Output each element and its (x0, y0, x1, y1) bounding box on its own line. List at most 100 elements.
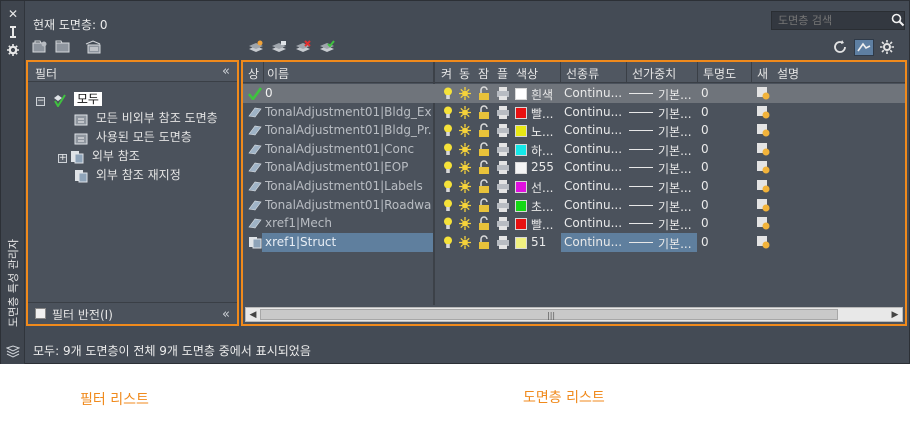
col-linetype[interactable]: 선종류 (566, 65, 599, 82)
color-swatch[interactable] (515, 143, 527, 156)
layer-name[interactable]: TonalAdjustment01|Bldg_Ex... (265, 105, 431, 119)
color-swatch[interactable] (515, 106, 527, 119)
layer-row[interactable]: TonalAdjustment01|Roadway 초... Continu... 기… (243, 196, 905, 215)
thaw-sun-icon[interactable] (458, 216, 472, 231)
unlock-icon[interactable] (477, 86, 491, 101)
new-vp-freeze-icon[interactable] (756, 198, 770, 213)
filter-node-xref-override[interactable]: 외부 참조 재지정 (74, 166, 181, 184)
layer-name[interactable]: TonalAdjustment01|Bldg_Pr... (265, 123, 431, 137)
on-bulb-icon[interactable] (441, 198, 455, 213)
layer-name[interactable]: TonalAdjustment01|EOP (265, 160, 431, 174)
new-vp-freeze-icon[interactable] (756, 179, 770, 194)
color-swatch[interactable] (515, 236, 527, 249)
lineweight[interactable]: 기본... (658, 123, 698, 140)
new-vp-freeze-icon[interactable] (756, 235, 770, 250)
layer-states-manager-icon[interactable] (85, 40, 101, 54)
lineweight[interactable]: 기본... (658, 179, 698, 196)
new-vp-freeze-icon[interactable] (756, 86, 770, 101)
layer-name[interactable]: TonalAdjustment01|Roadway (265, 198, 431, 212)
col-new-vp-freeze[interactable]: 새 (757, 65, 768, 82)
transparency[interactable]: 0 (701, 235, 741, 249)
filter-node-non-xref[interactable]: 모든 비외부 참조 도면층 (74, 109, 218, 127)
color-name[interactable]: 흰색 (531, 86, 559, 103)
transparency[interactable]: 0 (701, 86, 741, 100)
scroll-right-icon[interactable]: ▶ (889, 309, 901, 321)
thaw-sun-icon[interactable] (458, 160, 472, 175)
layer-row[interactable]: TonalAdjustment01|Conc 하... Continu... 기본..… (243, 140, 905, 159)
filter-node-all[interactable]: 모두 (52, 90, 102, 108)
settings-icon[interactable] (879, 40, 895, 54)
on-bulb-icon[interactable] (441, 216, 455, 231)
color-name[interactable]: 하... (531, 142, 559, 159)
layer-row[interactable]: 0 흰색 Continu... 기본... 0 (243, 84, 905, 103)
transparency[interactable]: 0 (701, 160, 741, 174)
on-bulb-icon[interactable] (441, 105, 455, 120)
color-swatch[interactable] (515, 199, 527, 212)
col-lineweight[interactable]: 선가중치 (632, 65, 676, 82)
horizontal-scrollbar[interactable]: ◀ ||| ▶ (245, 307, 903, 322)
invert-filter-checkbox[interactable] (35, 308, 46, 319)
plot-printer-icon[interactable] (496, 160, 510, 175)
layer-row[interactable]: TonalAdjustment01|Bldg_Pr... 노... Continu.… (243, 121, 905, 140)
color-swatch[interactable] (515, 88, 527, 100)
new-vp-freeze-icon[interactable] (756, 123, 770, 138)
layer-row[interactable]: xref1|Struct 51 Continu... 기본... 0 (243, 232, 905, 252)
collapse-expander-icon[interactable]: − (36, 97, 45, 106)
set-current-icon[interactable] (319, 40, 335, 54)
col-name[interactable]: 이름 (267, 65, 289, 82)
unlock-icon[interactable] (477, 179, 491, 194)
col-status[interactable]: 상 (248, 65, 259, 82)
layer-name[interactable]: TonalAdjustment01|Conc (265, 142, 431, 156)
linetype[interactable]: Continu... (564, 86, 626, 100)
col-transparency[interactable]: 투명도 (703, 65, 736, 82)
color-swatch[interactable] (515, 125, 527, 138)
linetype[interactable]: Continu... (564, 142, 626, 156)
lineweight[interactable]: 기본... (658, 198, 698, 215)
unlock-icon[interactable] (477, 123, 491, 138)
on-bulb-icon[interactable] (441, 160, 455, 175)
on-bulb-icon[interactable] (441, 142, 455, 157)
toggle-tree-icon[interactable] (854, 39, 874, 56)
new-layer-vp-frozen-icon[interactable] (271, 40, 287, 54)
on-bulb-icon[interactable] (441, 86, 455, 101)
col-on[interactable]: 켜 (441, 65, 452, 82)
unlock-icon[interactable] (477, 235, 491, 250)
col-lock[interactable]: 잠 (478, 65, 489, 82)
color-name[interactable]: 빨... (531, 105, 559, 122)
lineweight[interactable]: 기본... (658, 235, 698, 252)
scroll-thumb[interactable]: ||| (260, 309, 838, 320)
thaw-sun-icon[interactable] (458, 86, 472, 101)
new-property-filter-icon[interactable] (32, 40, 48, 54)
color-name[interactable]: 51 (531, 235, 559, 249)
plot-printer-icon[interactable] (496, 123, 510, 138)
new-vp-freeze-icon[interactable] (756, 105, 770, 120)
transparency[interactable]: 0 (701, 105, 741, 119)
new-layer-icon[interactable] (248, 40, 264, 54)
on-bulb-icon[interactable] (441, 123, 455, 138)
new-vp-freeze-icon[interactable] (756, 160, 770, 175)
transparency[interactable]: 0 (701, 198, 741, 212)
thaw-sun-icon[interactable] (458, 123, 472, 138)
thaw-sun-icon[interactable] (458, 179, 472, 194)
color-swatch[interactable] (515, 162, 527, 175)
linetype[interactable]: Continu... (564, 160, 626, 174)
collapse-filter-footer-icon[interactable]: « (222, 308, 230, 321)
layer-name[interactable]: 0 (265, 86, 431, 100)
linetype[interactable]: Continu... (564, 198, 626, 212)
plot-printer-icon[interactable] (496, 216, 510, 231)
thaw-sun-icon[interactable] (458, 198, 472, 213)
new-vp-freeze-icon[interactable] (756, 142, 770, 157)
linetype[interactable]: Continu... (564, 216, 626, 230)
layer-row[interactable]: TonalAdjustment01|Bldg_Ex... 빨... Continu.… (243, 103, 905, 122)
color-swatch[interactable] (515, 218, 527, 231)
linetype[interactable]: Continu... (564, 179, 626, 193)
unlock-icon[interactable] (477, 142, 491, 157)
unlock-icon[interactable] (477, 160, 491, 175)
color-name[interactable]: 노... (531, 123, 559, 140)
layer-row[interactable]: TonalAdjustment01|EOP 255 Continu... 기본... 0 (243, 158, 905, 177)
lineweight[interactable]: 기본... (658, 142, 698, 159)
linetype[interactable]: Continu... (564, 105, 626, 119)
plot-printer-icon[interactable] (496, 105, 510, 120)
unlock-icon[interactable] (477, 216, 491, 231)
lineweight[interactable]: 기본... (658, 86, 698, 103)
